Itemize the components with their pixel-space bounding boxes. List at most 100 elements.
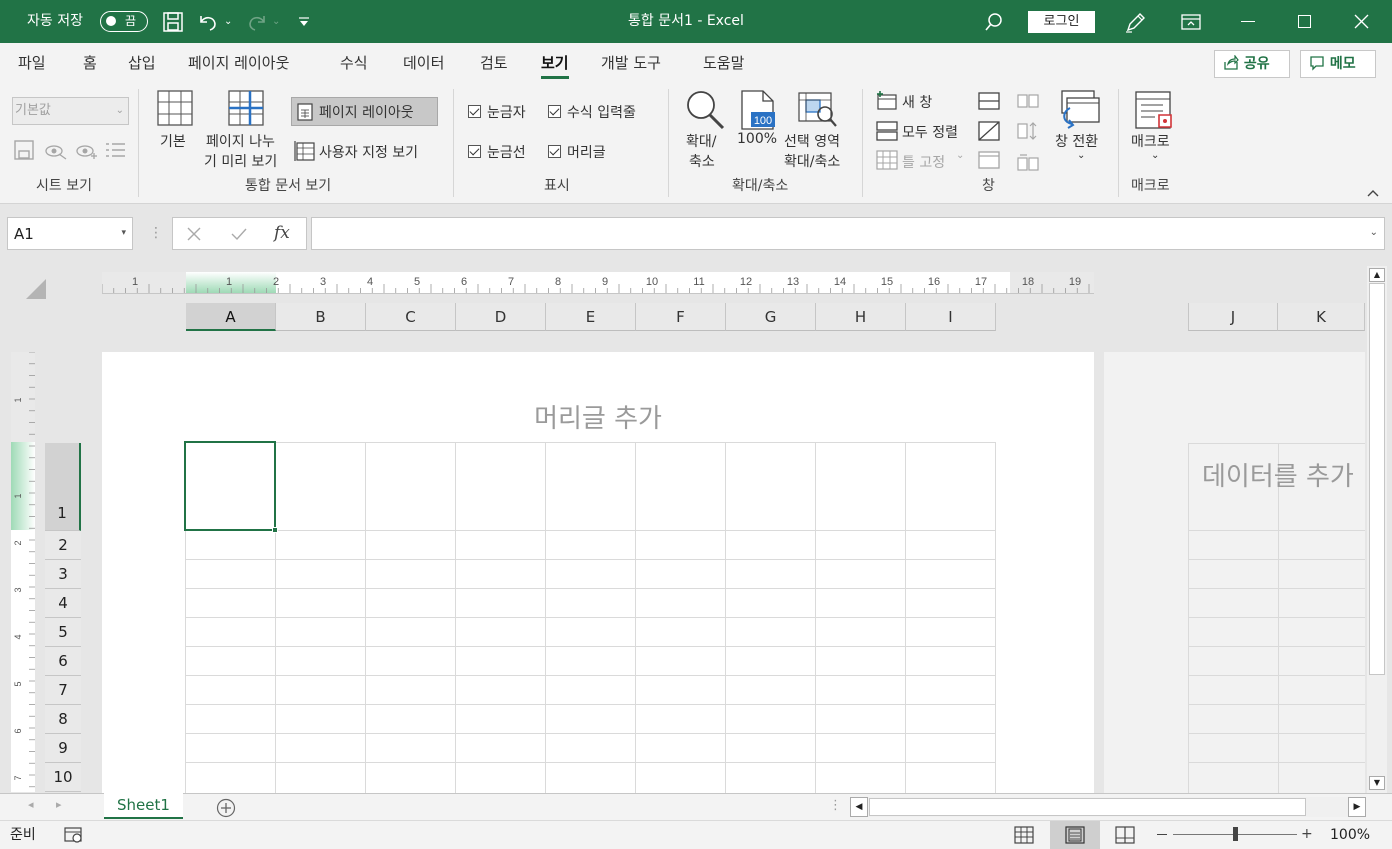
column-header-G[interactable]: G [726, 303, 816, 331]
formula-bar-checkbox[interactable]: 수식 입력줄 [548, 102, 636, 122]
split-icon[interactable] [978, 92, 1000, 110]
tab-home[interactable]: 홈 [83, 43, 97, 83]
new-window-label[interactable]: 새 창 [902, 92, 932, 112]
zoom-to-selection-label-1[interactable]: 선택 영역 [784, 131, 840, 151]
zoom-icon[interactable] [684, 89, 726, 131]
save-icon[interactable] [163, 12, 183, 32]
ruler-checkbox[interactable]: 눈금자 [468, 102, 526, 122]
row-header-1[interactable]: 1 [45, 443, 81, 531]
maximize-icon[interactable] [1298, 15, 1311, 28]
hide-icon[interactable] [978, 121, 1000, 141]
page-break-status-icon[interactable] [1115, 826, 1135, 844]
name-box[interactable]: A1 ▾ [7, 217, 133, 250]
headings-checkbox[interactable]: 머리글 [548, 142, 606, 162]
search-icon[interactable] [984, 12, 1004, 32]
row-header-3[interactable]: 3 [45, 560, 81, 589]
horizontal-scrollbar[interactable]: ◀ ▶ [850, 797, 1366, 817]
zoom-in-icon[interactable]: + [1301, 821, 1313, 847]
page-layout-view-button[interactable]: 페이지 레이아웃 [291, 97, 438, 126]
undo-dropdown-icon[interactable]: ⌄ [224, 0, 232, 43]
zoom-label-2[interactable]: 축소 [689, 151, 715, 171]
page-break-preview-icon[interactable] [228, 90, 264, 126]
prev-sheet-icon[interactable]: ◂ [28, 798, 34, 811]
zoom-to-selection-icon[interactable] [798, 92, 838, 128]
collapse-ribbon-icon[interactable] [1367, 189, 1379, 197]
column-header-D[interactable]: D [456, 303, 546, 331]
add-data-placeholder[interactable]: 데이터를 추가 [1202, 456, 1365, 493]
scroll-right-icon[interactable]: ▶ [1348, 797, 1366, 817]
column-header-B[interactable]: B [276, 303, 366, 331]
autosave-toggle[interactable]: 끔 [100, 11, 148, 32]
zoom-to-selection-label-2[interactable]: 확대/축소 [784, 151, 840, 171]
tab-formulas[interactable]: 수식 [340, 43, 368, 83]
cell-mode-icon[interactable] [64, 827, 84, 844]
tab-view[interactable]: 보기 [541, 43, 569, 83]
normal-view-status-icon[interactable] [1014, 826, 1034, 844]
tab-review[interactable]: 검토 [480, 43, 508, 83]
zoom-slider-thumb[interactable] [1233, 827, 1238, 841]
gridlines-checkbox[interactable]: 눈금선 [468, 142, 526, 162]
column-header-J[interactable]: J [1188, 303, 1278, 331]
scroll-left-icon[interactable]: ◀ [850, 797, 868, 817]
custom-views-icon[interactable] [294, 140, 316, 162]
zoom-100-label[interactable]: 100% [737, 131, 777, 147]
column-header-E[interactable]: E [546, 303, 636, 331]
share-button[interactable]: 공유 [1214, 50, 1290, 78]
formula-input[interactable]: ⌄ [311, 217, 1385, 250]
tab-insert[interactable]: 삽입 [128, 43, 156, 83]
column-header-C[interactable]: C [366, 303, 456, 331]
tab-data[interactable]: 데이터 [403, 43, 444, 83]
new-window-icon[interactable] [876, 91, 898, 111]
macros-icon[interactable] [1135, 91, 1175, 131]
row-header-6[interactable]: 6 [45, 647, 81, 676]
horizontal-scroll-thumb[interactable] [869, 798, 1306, 816]
row-header-2[interactable]: 2 [45, 531, 81, 560]
tab-page-layout[interactable]: 페이지 레이아웃 [188, 43, 289, 83]
sheet-tab-sheet1[interactable]: Sheet1 [104, 793, 183, 819]
row-header-8[interactable]: 8 [45, 705, 81, 734]
split-handle-icon[interactable]: ⋮ [829, 799, 842, 812]
vertical-scrollbar[interactable]: ▲ ▼ [1367, 266, 1387, 793]
page-layout-status-button[interactable] [1050, 821, 1100, 849]
chevron-down-icon[interactable]: ⌄ [1151, 150, 1159, 161]
column-header-I[interactable]: I [906, 303, 996, 331]
comments-button[interactable]: 메모 [1300, 50, 1376, 78]
column-header-F[interactable]: F [636, 303, 726, 331]
tab-help[interactable]: 도움말 [703, 43, 744, 83]
zoom-100-icon[interactable]: 100 [739, 90, 777, 130]
normal-view-label[interactable]: 기본 [160, 131, 186, 151]
row-header-9[interactable]: 9 [45, 734, 81, 763]
row-header-4[interactable]: 4 [45, 589, 81, 618]
row-header-10[interactable]: 10 [45, 763, 81, 792]
select-all-corner[interactable] [25, 278, 47, 300]
insert-function-icon[interactable]: fx [274, 218, 290, 249]
switch-windows-label[interactable]: 창 전환 [1055, 131, 1098, 151]
add-sheet-icon[interactable] [216, 798, 236, 818]
header-placeholder[interactable]: 머리글 추가 [102, 398, 1094, 435]
customize-qat-icon[interactable] [298, 17, 310, 27]
login-button[interactable]: 로그인 [1028, 11, 1095, 33]
undo-icon[interactable] [197, 12, 219, 32]
row-header-7[interactable]: 7 [45, 676, 81, 705]
page-break-preview-label-1[interactable]: 페이지 나누 [206, 131, 275, 151]
chevron-down-icon[interactable]: ▾ [121, 218, 126, 248]
arrange-all-label[interactable]: 모두 정렬 [902, 122, 958, 142]
switch-windows-icon[interactable] [1058, 90, 1100, 130]
column-header-K[interactable]: K [1278, 303, 1365, 331]
zoom-label-1[interactable]: 확대/ [686, 131, 716, 151]
zoom-out-icon[interactable] [1157, 834, 1167, 835]
macros-label[interactable]: 매크로 [1131, 131, 1170, 151]
coauthoring-pen-icon[interactable] [1124, 10, 1146, 34]
selected-cell-A1[interactable] [184, 441, 276, 531]
page-break-preview-label-2[interactable]: 기 미리 보기 [204, 151, 277, 171]
tab-file[interactable]: 파일 [18, 43, 46, 83]
formula-bar-resize-handle[interactable]: ⋮ [149, 226, 163, 240]
normal-view-icon[interactable] [157, 90, 193, 126]
row-header-5[interactable]: 5 [45, 618, 81, 647]
zoom-percent[interactable]: 100% [1330, 821, 1370, 849]
column-header-H[interactable]: H [816, 303, 906, 331]
tab-developer[interactable]: 개발 도구 [601, 43, 661, 83]
ribbon-display-icon[interactable] [1181, 13, 1201, 31]
close-icon[interactable] [1354, 14, 1369, 29]
chevron-down-icon[interactable]: ⌄ [1077, 150, 1085, 161]
